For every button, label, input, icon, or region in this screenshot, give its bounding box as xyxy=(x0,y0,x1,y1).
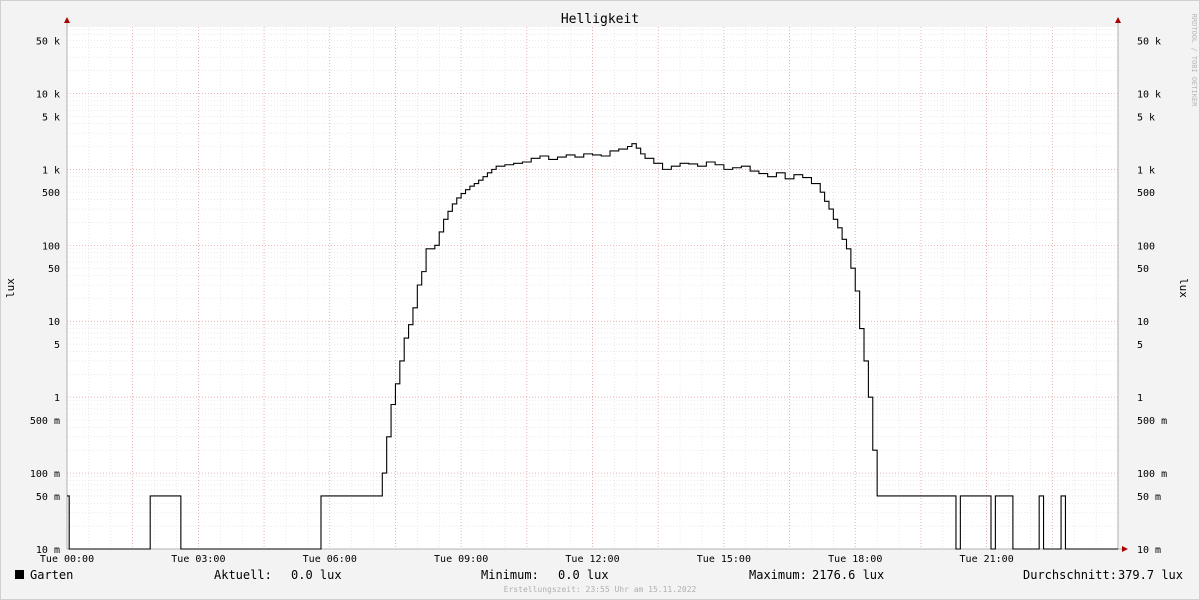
y-tick-label: 100 m xyxy=(30,469,60,480)
x-tick-label: Tue 06:00 xyxy=(303,554,357,565)
y-tick-label: 10 k xyxy=(36,89,60,100)
y-tick-label: 100 xyxy=(42,241,60,252)
y-tick-label: 1 k xyxy=(42,165,60,176)
y-tick-label: 10 k xyxy=(1137,89,1161,100)
y-tick-label: 5 xyxy=(54,340,60,351)
legend-minimum-value: 0.0 lux xyxy=(558,568,609,582)
y-tick-label: 1 xyxy=(54,393,60,404)
watermark: RRDTOOL / TOBI OETIKER xyxy=(1190,14,1198,108)
legend-minimum-label: Minimum: xyxy=(481,568,539,582)
chart-canvas: 50 k 10 k 5 k 1 k 500 100 50 10 5 1 500 m 100 m 50 m… xyxy=(4,12,1198,594)
y-tick-label: 100 m xyxy=(1137,469,1167,480)
y-tick-label: 50 xyxy=(48,264,60,275)
legend-durchschnitt-value: 379.7 lux xyxy=(1118,568,1183,582)
y-tick-label: 50 m xyxy=(1137,492,1161,503)
y-tick-label: 5 xyxy=(1137,340,1143,351)
y-tick-labels-left: 50 k 10 k 5 k 1 k 500 100 50 10 5 1 500 m 100 m 50 m… xyxy=(30,36,60,556)
x-tick-label: Tue 09:00 xyxy=(434,554,488,565)
y-tick-label: 1 xyxy=(1137,393,1143,404)
footer-timestamp: Erstellungszeit: 23:55 Uhr am 15.11.2022 xyxy=(504,585,697,594)
y-tick-label: 50 m xyxy=(36,492,60,503)
y-tick-labels-right: 50 k 10 k 5 k 1 k 500 100 50 10 5 1 500 m 100 m 50 m… xyxy=(1137,36,1167,556)
x-tick-label: Tue 21:00 xyxy=(960,554,1014,565)
y-tick-label: 500 xyxy=(42,188,60,199)
y-tick-label: 500 m xyxy=(30,416,60,427)
y-tick-label: 10 xyxy=(1137,317,1149,328)
y-tick-label: 500 m xyxy=(1137,416,1167,427)
legend-series-name: Garten xyxy=(30,568,73,582)
y-tick-label: 10 xyxy=(48,317,60,328)
x-tick-label: Tue 18:00 xyxy=(828,554,882,565)
y-axis-arrow-left xyxy=(64,17,70,23)
x-tick-label: Tue 03:00 xyxy=(171,554,225,565)
y-tick-label: 5 k xyxy=(1137,112,1155,123)
y-tick-label: 50 k xyxy=(36,36,60,47)
legend-aktuell-value: 0.0 lux xyxy=(291,568,342,582)
x-tick-labels: Tue 00:00 Tue 03:00 Tue 06:00 Tue 09:00 Tue … xyxy=(40,554,1014,565)
x-tick-label: Tue 12:00 xyxy=(565,554,619,565)
legend-maximum-value: 2176.6 lux xyxy=(812,568,884,582)
y-tick-label: 1 k xyxy=(1137,165,1155,176)
y-tick-label: 10 m xyxy=(1137,545,1161,556)
y-axis-label-right: lux xyxy=(1177,278,1190,298)
legend-maximum-label: Maximum: xyxy=(749,568,807,582)
x-tick-label: Tue 15:00 xyxy=(697,554,751,565)
y-tick-label: 500 xyxy=(1137,188,1155,199)
y-tick-label: 100 xyxy=(1137,241,1155,252)
legend-aktuell-label: Aktuell: xyxy=(214,568,272,582)
y-axis-arrow-right xyxy=(1115,17,1121,23)
chart-title: Helligkeit xyxy=(561,12,639,27)
y-tick-label: 5 k xyxy=(42,112,60,123)
x-axis-arrow xyxy=(1122,546,1128,552)
legend-durchschnitt-label: Durchschnitt: xyxy=(1023,568,1117,582)
y-tick-label: 50 xyxy=(1137,264,1149,275)
y-tick-label: 50 k xyxy=(1137,36,1161,47)
legend-swatch xyxy=(15,570,24,579)
y-axis-label-left: lux xyxy=(4,278,17,298)
x-tick-label: Tue 00:00 xyxy=(40,554,94,565)
